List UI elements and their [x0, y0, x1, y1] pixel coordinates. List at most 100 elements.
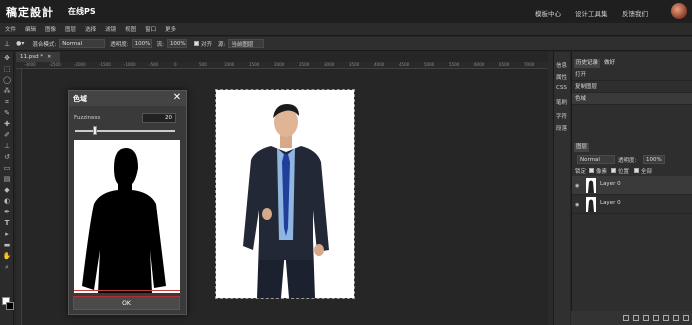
fuzziness-slider-track[interactable] — [75, 130, 175, 132]
layer-thumbnail — [586, 197, 596, 212]
template-center-link[interactable]: 模板中心 — [535, 8, 561, 18]
layer-row[interactable]: ◉ Layer 0 — [572, 195, 692, 214]
history-item-duplicate-layer[interactable]: 复制图层 — [572, 81, 692, 93]
brush-panel-button[interactable]: 笔刷 — [556, 98, 567, 106]
lock-pixels-label: 像素 — [596, 169, 608, 175]
background-color-swatch[interactable] — [6, 302, 14, 310]
properties-panel-button[interactable]: 属性 — [556, 73, 567, 81]
zoom-tool-icon[interactable]: ⌕ — [2, 263, 12, 272]
fuzziness-slider-handle[interactable] — [93, 126, 97, 135]
shape-tool-icon[interactable]: ▬ — [2, 241, 12, 250]
type-tool-icon[interactable]: T — [2, 219, 12, 228]
mode-select[interactable]: Normal — [59, 39, 106, 48]
align-label: 对齐 — [200, 41, 212, 48]
menu-layer[interactable]: 图层 — [65, 25, 76, 33]
link-layers-icon[interactable] — [623, 315, 629, 321]
layers-panel: 图层 Normal 透明度: 100% 锁定 像素 位置 全部 ◉ Layer … — [571, 140, 692, 315]
layer-opacity-input[interactable]: 100% — [643, 155, 665, 164]
menu-file[interactable]: 文件 — [5, 25, 16, 33]
marquee-tool-icon[interactable]: ⬚ — [2, 65, 12, 74]
design-tools-link[interactable]: 设计工具集 — [575, 8, 608, 18]
ruler-tick-label: 4000 — [374, 62, 385, 67]
lasso-tool-icon[interactable]: ◯ — [2, 76, 12, 85]
horizontal-ruler: -3000 -2500 -2000 -1500 -1000 -500 0 500 1000 150… — [16, 62, 548, 69]
eraser-tool-icon[interactable]: ▭ — [2, 164, 12, 173]
layer-mode-select[interactable]: Normal — [577, 155, 615, 164]
clone-stamp-icon[interactable]: ⊥ — [2, 142, 12, 151]
menu-edit[interactable]: 编辑 — [25, 25, 36, 33]
menu-select[interactable]: 选择 — [85, 25, 96, 33]
menu-view[interactable]: 视图 — [125, 25, 136, 33]
layer-thumbnail — [586, 178, 596, 193]
crop-tool-icon[interactable]: ⌗ — [2, 98, 12, 107]
css-panel-button[interactable]: CSS — [556, 85, 567, 91]
photo-person — [243, 104, 329, 298]
history-brush-icon[interactable]: ↺ — [2, 153, 12, 162]
hand-tool-icon[interactable]: ✋ — [2, 252, 12, 261]
brush-tool-icon[interactable]: ✐ — [2, 131, 12, 140]
stamp-tool-icon[interactable]: ⊥ — [4, 40, 10, 48]
lock-all-checkbox[interactable] — [634, 168, 639, 173]
color-range-dialog: 色域 ✕ Fuzziness 20 OK — [68, 90, 187, 315]
paragraph-panel-button[interactable]: 段落 — [556, 124, 567, 132]
menu-filter[interactable]: 滤镜 — [105, 25, 116, 33]
ruler-tick-label: -2000 — [74, 62, 86, 67]
eyedropper-icon[interactable]: ✎ — [2, 109, 12, 118]
lock-pixels-checkbox[interactable] — [589, 168, 594, 173]
path-select-icon[interactable]: ▸ — [2, 230, 12, 239]
history-item-color-range[interactable]: 色域 — [572, 93, 692, 105]
mode-label: 混合模式: — [32, 41, 57, 48]
flow-input[interactable]: 100% — [166, 39, 187, 48]
magic-wand-icon[interactable]: ⁂ — [2, 87, 12, 96]
tab-actions[interactable]: 做好 — [602, 59, 617, 68]
avatar[interactable] — [671, 3, 687, 19]
app-subtitle: 在线PS — [68, 7, 96, 16]
history-item-open[interactable]: 打开 — [572, 69, 692, 81]
dodge-tool-icon[interactable]: ◐ — [2, 197, 12, 206]
ruler-tick-label: 500 — [199, 62, 207, 67]
menu-window[interactable]: 窗口 — [145, 25, 156, 33]
dialog-title-text: 色域 — [73, 94, 87, 103]
lock-label: 锁定 — [575, 169, 587, 175]
document-tab[interactable]: 11.psd * ✕ — [16, 52, 60, 62]
visibility-eye-icon[interactable]: ◉ — [575, 183, 579, 189]
move-tool-icon[interactable]: ✥ — [2, 54, 12, 63]
menu-image[interactable]: 图像 — [45, 25, 56, 33]
tab-history[interactable]: 历史记录 — [574, 59, 601, 68]
close-tab-icon[interactable]: ✕ — [47, 54, 51, 60]
mask-icon[interactable] — [643, 315, 649, 321]
gradient-tool-icon[interactable]: ▤ — [2, 175, 12, 184]
history-panel: 历史记录 做好 打开 复制图层 色域 — [571, 52, 692, 140]
ruler-tick-label: 6500 — [499, 62, 510, 67]
brush-preset-icon[interactable]: ●▾ — [16, 40, 24, 47]
ruler-tick-label: 6000 — [474, 62, 485, 67]
menu-more[interactable]: 更多 — [165, 25, 176, 33]
new-layer-icon[interactable] — [673, 315, 679, 321]
close-icon[interactable]: ✕ — [171, 92, 183, 104]
opacity-input[interactable]: 100% — [131, 39, 152, 48]
app-logo[interactable]: 稿定設計 — [6, 4, 54, 20]
ruler-tick-label: -1000 — [124, 62, 136, 67]
blur-tool-icon[interactable]: ◆ — [2, 186, 12, 195]
info-panel-button[interactable]: 信息 — [556, 61, 567, 69]
group-folder-icon[interactable] — [663, 315, 669, 321]
dialog-title: 色域 — [69, 91, 186, 106]
layer-row[interactable]: ◉ Layer 0 — [572, 176, 692, 195]
adjustment-icon[interactable] — [653, 315, 659, 321]
app-header: 稿定設計 在线PS 模板中心 设计工具集 反馈我们 — [0, 0, 692, 23]
feedback-link[interactable]: 反馈我们 — [622, 8, 648, 18]
layer-style-icon[interactable] — [633, 315, 639, 321]
lock-position-checkbox[interactable] — [611, 168, 616, 173]
visibility-eye-icon[interactable]: ◉ — [575, 202, 579, 208]
options-bar: ⊥ ●▾ 混合模式: Normal 透明度: 100% 流: 100% 对齐 源… — [0, 37, 692, 51]
tab-layers[interactable]: 图层 — [574, 143, 590, 152]
healing-tool-icon[interactable]: ✚ — [2, 120, 12, 129]
character-panel-button[interactable]: 字符 — [556, 112, 567, 120]
silhouette-preview — [82, 148, 166, 293]
align-checkbox[interactable] — [193, 41, 199, 46]
pen-tool-icon[interactable]: ✒ — [2, 208, 12, 217]
delete-layer-icon[interactable] — [683, 315, 689, 321]
source-select[interactable]: 当前图层 — [228, 39, 265, 48]
fuzziness-input[interactable]: 20 — [142, 113, 176, 123]
ok-button[interactable]: OK — [73, 296, 180, 310]
